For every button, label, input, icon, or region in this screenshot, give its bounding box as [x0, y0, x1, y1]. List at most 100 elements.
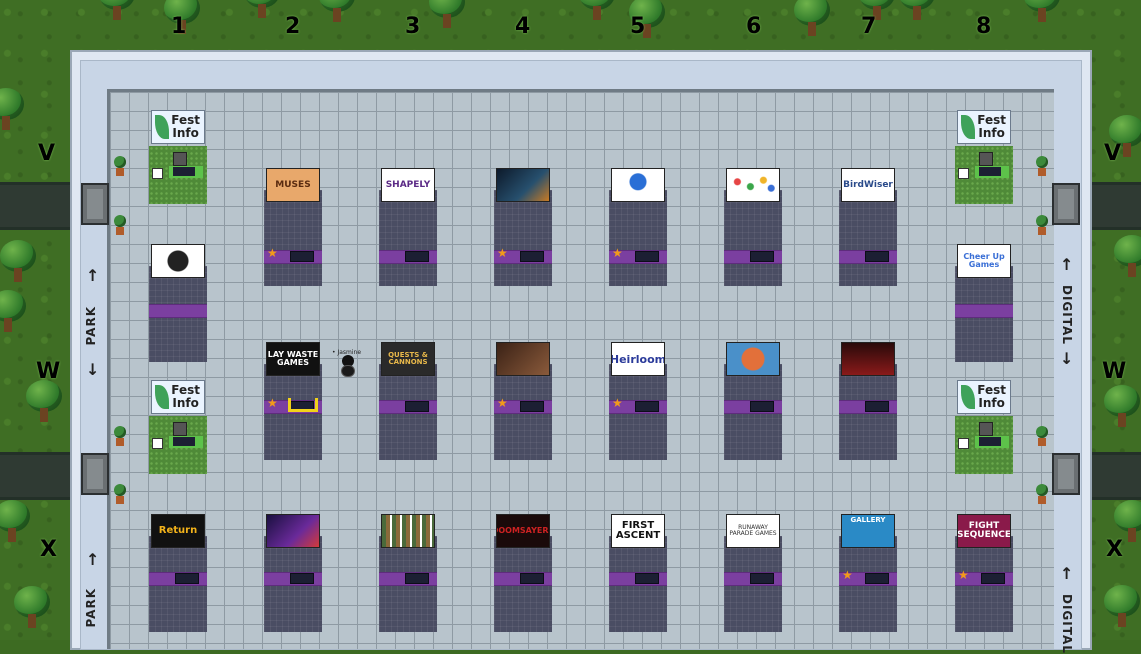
tv-icon[interactable]	[979, 152, 993, 166]
booth-muses[interactable]: MUSES ★	[264, 168, 322, 286]
booth-sign[interactable]	[726, 342, 780, 376]
booth-doomsayers[interactable]: DOOMSAYERS	[494, 514, 552, 632]
booth-sign[interactable]: QUESTS & CANNONS	[381, 342, 435, 376]
booth-screen[interactable]	[865, 573, 889, 584]
booth-dots[interactable]	[724, 168, 782, 286]
booth-gallery[interactable]: GALLERY ★	[839, 514, 897, 632]
booth-wyrd[interactable]	[264, 514, 322, 632]
booth-screen[interactable]	[635, 401, 659, 412]
dice-icon[interactable]	[958, 168, 969, 179]
booth-sign[interactable]: Heirloom	[611, 342, 665, 376]
booth-sign[interactable]	[266, 514, 320, 548]
booth-cheer-up[interactable]: Cheer Up Games	[955, 244, 1013, 362]
player-avatar[interactable]	[340, 355, 356, 377]
fest-info-booth[interactable]: Fest Info	[955, 110, 1013, 206]
info-counter[interactable]	[975, 166, 1009, 178]
booth-screen[interactable]	[290, 573, 314, 584]
booth-screen[interactable]	[520, 401, 544, 412]
potted-plant-icon	[1036, 215, 1048, 237]
tree	[425, 0, 469, 32]
booth-dark-scene[interactable]: ★	[494, 168, 552, 286]
fest-info-sign: Fest Info	[957, 380, 1011, 414]
booth-heirloom[interactable]: Heirloom ★	[609, 342, 667, 460]
booth-sign[interactable]: MUSES	[266, 168, 320, 202]
digital-label: DIGITAL	[1060, 285, 1074, 345]
booth-return[interactable]: Return	[149, 514, 207, 632]
booth-sign[interactable]	[151, 244, 205, 278]
booth-pizza[interactable]	[724, 342, 782, 460]
booth-screen[interactable]	[635, 251, 659, 262]
fest-info-booth[interactable]: Fest Info	[955, 380, 1013, 476]
booth-books[interactable]	[379, 514, 437, 632]
tree	[1110, 235, 1141, 281]
booth-sign[interactable]	[496, 168, 550, 202]
fest-info-booth[interactable]: Fest Info	[149, 110, 207, 206]
booth-sign[interactable]	[841, 342, 895, 376]
booth-sign[interactable]: FIGHT SEQUENCE	[957, 514, 1011, 548]
booth-sign[interactable]: GALLERY	[841, 514, 895, 548]
booth-sign[interactable]: Return	[151, 514, 205, 548]
booth-sign[interactable]: Cheer Up Games	[957, 244, 1011, 278]
info-counter[interactable]	[169, 166, 203, 178]
tree	[0, 500, 34, 546]
fest-info-booth[interactable]: Fest Info	[149, 380, 207, 476]
booth-brown-scene[interactable]: ★	[494, 342, 552, 460]
dice-icon[interactable]	[152, 438, 163, 449]
fest-info-line2: Info	[978, 126, 1005, 140]
tv-icon[interactable]	[173, 422, 187, 436]
dice-icon[interactable]	[958, 438, 969, 449]
booth-screen[interactable]	[520, 251, 544, 262]
dice-icon[interactable]	[152, 168, 163, 179]
booth-screen[interactable]	[290, 251, 314, 262]
booth-screen[interactable]	[865, 401, 889, 412]
booth-quests-cannons[interactable]: QUESTS & CANNONS	[379, 342, 437, 460]
booth-sign[interactable]: BirdWiser	[841, 168, 895, 202]
booth-screen[interactable]	[405, 573, 429, 584]
booth-lay-waste[interactable]: LAY WASTE GAMES ★	[264, 342, 322, 460]
booth-screen[interactable]	[981, 573, 1005, 584]
right-door-bottom[interactable]	[1052, 453, 1080, 495]
booth-blue-logo[interactable]: ★	[609, 168, 667, 286]
potted-plant-icon	[1036, 156, 1048, 178]
booth-fight-sequence[interactable]: FIGHT SEQUENCE ★	[955, 514, 1013, 632]
booth-screen[interactable]	[750, 573, 774, 584]
expo-hall-floor[interactable]	[107, 89, 1054, 649]
booth-sign[interactable]: LAY WASTE GAMES	[266, 342, 320, 376]
booth-sign[interactable]	[726, 168, 780, 202]
booth-sign[interactable]: FIRST ASCENT	[611, 514, 665, 548]
booth-screen[interactable]	[865, 251, 889, 262]
booth-shapely[interactable]: SHAPELY	[379, 168, 437, 286]
booth-screen[interactable]	[750, 251, 774, 262]
booth-screen[interactable]	[520, 573, 544, 584]
booth-screen[interactable]	[405, 401, 429, 412]
tree	[790, 0, 834, 40]
booth-sign[interactable]	[611, 168, 665, 202]
booth-sign[interactable]: DOOMSAYERS	[496, 514, 550, 548]
column-number: 1	[171, 14, 187, 39]
arrow-up-icon: ↑	[86, 550, 100, 569]
tv-icon[interactable]	[979, 422, 993, 436]
booth-screen[interactable]	[405, 251, 429, 262]
booth-kiwi[interactable]	[149, 244, 207, 362]
booth-first-ascent[interactable]: FIRST ASCENT	[609, 514, 667, 632]
star-icon: ★	[958, 568, 969, 582]
digital-label: DIGITAL	[1060, 594, 1074, 654]
booth-runaway-parade[interactable]: RUNAWAY PARADE GAMES	[724, 514, 782, 632]
right-door-top[interactable]	[1052, 183, 1080, 225]
booth-birdwiser[interactable]: BirdWiser	[839, 168, 897, 286]
tree	[0, 88, 28, 134]
left-door-top[interactable]	[81, 183, 109, 225]
column-number: 7	[861, 14, 877, 39]
booth-sign[interactable]: SHAPELY	[381, 168, 435, 202]
booth-red-scene[interactable]	[839, 342, 897, 460]
booth-sign[interactable]	[381, 514, 435, 548]
booth-screen[interactable]	[175, 573, 199, 584]
info-counter[interactable]	[975, 436, 1009, 448]
tv-icon[interactable]	[173, 152, 187, 166]
info-counter[interactable]	[169, 436, 203, 448]
booth-sign[interactable]	[496, 342, 550, 376]
booth-screen[interactable]	[635, 573, 659, 584]
left-door-bottom[interactable]	[81, 453, 109, 495]
booth-sign[interactable]: RUNAWAY PARADE GAMES	[726, 514, 780, 548]
booth-screen[interactable]	[750, 401, 774, 412]
